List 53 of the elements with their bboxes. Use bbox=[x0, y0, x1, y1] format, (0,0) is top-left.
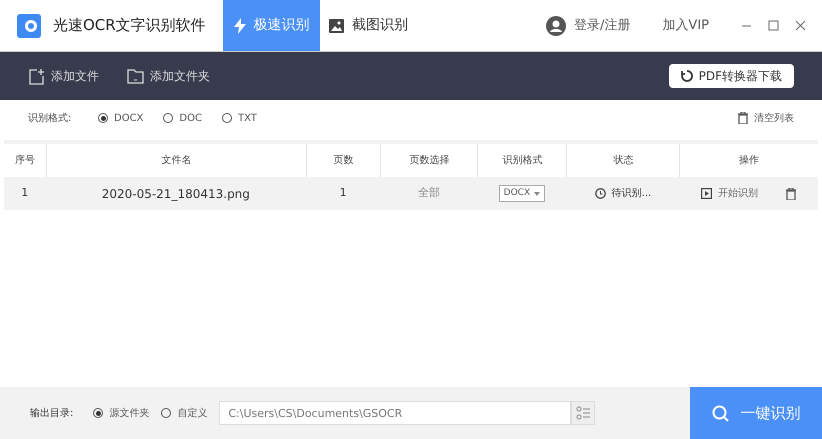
radio-label: DOC bbox=[179, 112, 202, 126]
trash-icon bbox=[738, 112, 748, 124]
play-icon bbox=[701, 188, 712, 199]
column-header: 识别格式 bbox=[502, 154, 542, 168]
column-header: 操作 bbox=[739, 154, 760, 168]
folder-icon bbox=[127, 68, 144, 84]
column-header: 页数 bbox=[334, 154, 354, 168]
logo-icon bbox=[17, 14, 41, 38]
output-label: 输出目录: bbox=[30, 406, 74, 420]
add-file-icon bbox=[28, 68, 45, 84]
table-cell-text: 全部 bbox=[418, 185, 440, 202]
close-icon[interactable] bbox=[795, 20, 806, 31]
radio-label: DOCX bbox=[114, 112, 144, 126]
tab[interactable]: 截图识别 bbox=[320, 0, 417, 51]
radio-label: 源文件夹 bbox=[109, 406, 150, 420]
format-label: 识别格式: bbox=[28, 112, 72, 126]
clear-list-button[interactable]: 清空列表 bbox=[738, 110, 794, 126]
status-text: 待识别... bbox=[612, 186, 652, 201]
radio-button[interactable] bbox=[161, 408, 172, 418]
radio-button[interactable] bbox=[163, 113, 174, 123]
refresh-icon bbox=[680, 70, 693, 82]
radio-button[interactable] bbox=[93, 408, 104, 418]
lightning-icon bbox=[234, 18, 246, 34]
table-cell-text: 1 bbox=[340, 185, 347, 202]
add-file-button[interactable]: 添加文件 bbox=[28, 67, 99, 85]
column-header: 序号 bbox=[14, 154, 35, 168]
table-cell-text: 1 bbox=[21, 185, 28, 202]
radio-button[interactable] bbox=[222, 113, 232, 123]
search-icon bbox=[712, 404, 728, 422]
start-recognition-button[interactable]: 开始识别 bbox=[701, 186, 758, 201]
column-header: 页数选择 bbox=[409, 154, 450, 168]
add-folder-button[interactable]: 添加文件夹 bbox=[127, 67, 210, 85]
user-avatar-icon bbox=[546, 16, 566, 36]
vip-link[interactable]: 加入VIP bbox=[662, 16, 709, 36]
maximize-icon[interactable] bbox=[768, 20, 779, 31]
table-row[interactable]: 1 2020-05-21_180413.png 1 全部 DOCX 待识别... 开始识别 bbox=[4, 177, 818, 210]
output-path-field[interactable]: C:\Users\CS\Documents\GSOCR bbox=[219, 401, 572, 425]
app-title: 光速OCR文字识别软件 bbox=[53, 15, 206, 36]
table-cell-text: 2020-05-21_180413.png bbox=[102, 186, 250, 202]
image-icon bbox=[329, 18, 344, 32]
radio-button[interactable] bbox=[98, 113, 108, 123]
caret-icon bbox=[534, 192, 540, 196]
column-header: 文件名 bbox=[161, 154, 192, 168]
column-header: 状态 bbox=[613, 154, 634, 168]
trash-icon[interactable] bbox=[786, 188, 796, 200]
radio-label: 自定义 bbox=[177, 406, 208, 420]
login-link[interactable]: 登录/注册 bbox=[574, 16, 630, 36]
list-icon bbox=[576, 406, 590, 420]
radio-label: TXT bbox=[238, 112, 257, 126]
pdf-converter-button[interactable]: PDF转换器下载 bbox=[668, 64, 794, 88]
format-dropdown[interactable]: DOCX bbox=[498, 185, 546, 202]
browse-button[interactable] bbox=[571, 401, 596, 425]
clock-icon bbox=[594, 188, 606, 199]
